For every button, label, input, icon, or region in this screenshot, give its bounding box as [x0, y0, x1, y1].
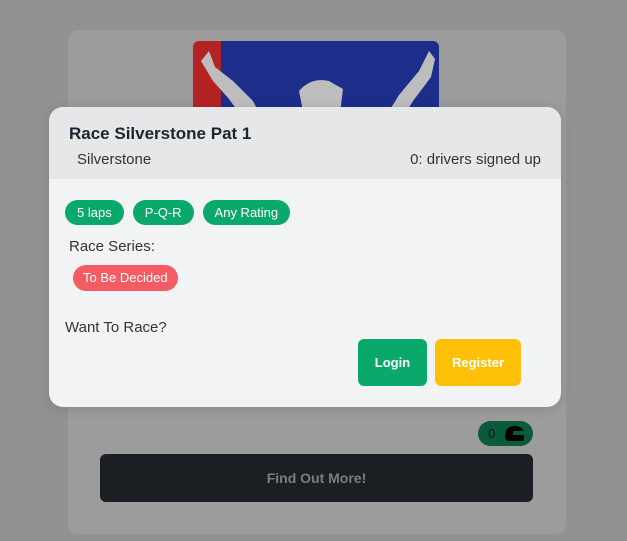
helmet-icon	[503, 424, 525, 446]
race-series-label: Race Series:	[69, 238, 155, 255]
register-button[interactable]: Register	[435, 339, 521, 386]
race-title: Race Silverstone Pat 1	[69, 124, 252, 143]
drivers-signed-up: 0: drivers signed up	[410, 151, 541, 168]
drivers-count-badge: 0	[478, 421, 533, 446]
find-out-more-button[interactable]: Find Out More!	[100, 454, 533, 502]
login-button[interactable]: Login	[358, 339, 427, 386]
race-tags: 5 laps P-Q-R Any Rating	[65, 200, 291, 225]
drivers-count: 0	[488, 426, 496, 441]
track-name: Silverstone	[77, 151, 152, 168]
laps-tag: 5 laps	[65, 200, 124, 225]
want-to-race-text: Want To Race?	[65, 319, 167, 336]
rating-tag: Any Rating	[202, 200, 291, 225]
session-format-tag: P-Q-R	[132, 200, 194, 225]
race-modal: Race Silverstone Pat 1 Silverstone 0: dr…	[49, 107, 561, 407]
modal-header: Race Silverstone Pat 1 Silverstone 0: dr…	[49, 107, 561, 179]
race-series-badge: To Be Decided	[73, 265, 178, 291]
